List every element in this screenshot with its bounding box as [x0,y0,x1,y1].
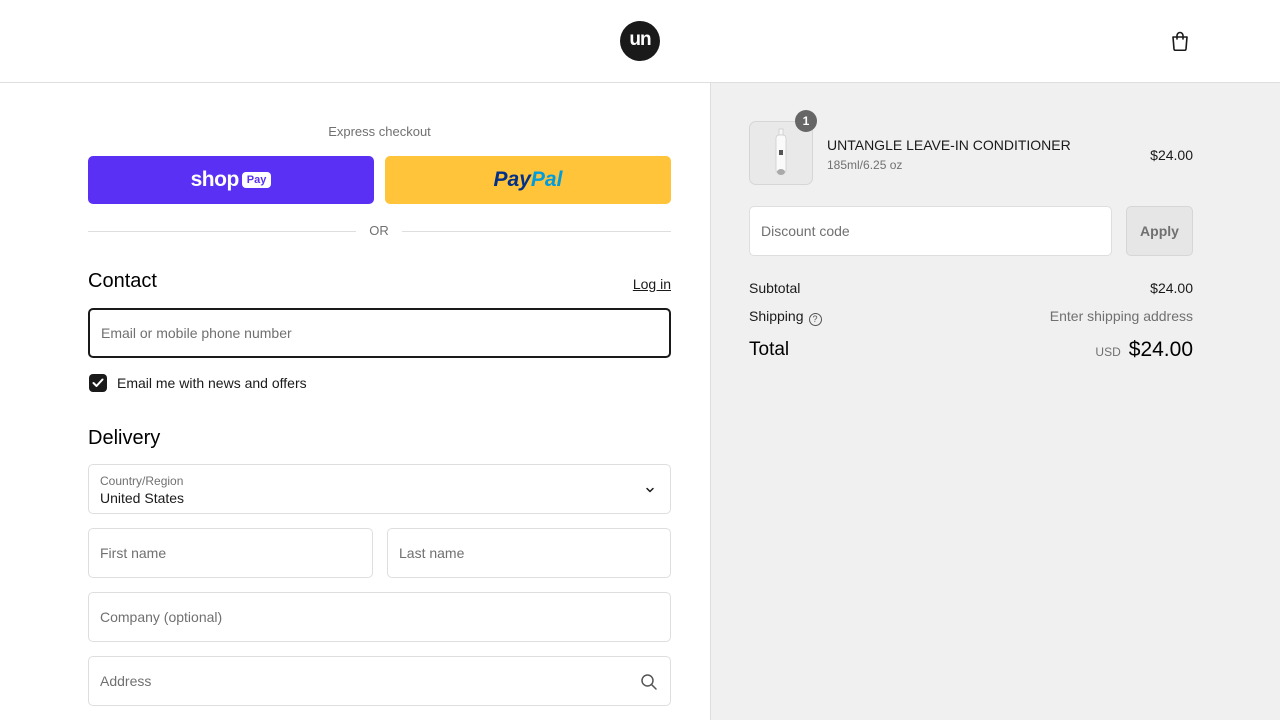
country-value: United States [100,490,185,506]
company-input[interactable] [89,593,670,641]
email-field[interactable] [88,308,671,358]
apply-discount-button[interactable]: Apply [1126,206,1193,256]
total-amount: $24.00 [1128,338,1193,361]
newsletter-label: Email me with news and offers [117,375,307,391]
shipping-row-label: Shipping? [749,308,822,326]
address-field[interactable] [88,656,671,706]
delivery-heading: Delivery [88,427,161,449]
shop-pay-pill: Pay [241,172,272,188]
product-name: UNTANGLE LEAVE-IN CONDITIONER [827,137,1071,153]
address-input[interactable] [89,657,670,705]
last-name-field[interactable] [387,528,671,578]
subtotal-label: Subtotal [749,280,801,296]
logo-text: un [629,28,651,50]
total-currency: USD [1095,345,1121,359]
newsletter-checkbox[interactable] [89,374,107,392]
express-checkout-label: Express checkout [328,124,431,139]
order-summary: 1 UNTANGLE LEAVE-IN CONDITIONER 185ml/6.… [710,83,1280,720]
cart-button[interactable] [1168,28,1192,54]
chevron-down-icon [646,487,654,493]
quantity-badge: 1 [795,110,817,132]
brand-logo[interactable]: un [620,21,660,61]
company-field[interactable] [88,592,671,642]
shipping-label: Shipping [749,308,804,324]
checkout-header: un [0,0,1280,83]
total-value-group: USD $24.00 [951,338,1193,362]
shop-pay-button[interactable]: shop Pay [88,156,374,204]
discount-field[interactable] [749,206,1112,256]
paypal-wordmark: PayPal [493,168,563,191]
email-input[interactable] [90,310,669,356]
paypal-button[interactable]: PayPal [385,156,671,204]
discount-input[interactable] [750,207,1111,255]
first-name-input[interactable] [89,529,372,577]
shipping-value: Enter shipping address [1049,308,1193,324]
last-name-input[interactable] [388,529,670,577]
subtotal-value: $24.00 [1150,280,1193,296]
or-divider-text: OR [369,223,389,238]
shopping-bag-icon [1172,31,1188,51]
product-variant: 185ml/6.25 oz [827,158,903,172]
checkout-form: Express checkout shop Pay PayPal OR Cont… [0,83,710,720]
country-label: Country/Region [100,474,184,488]
contact-heading: Contact [88,270,157,292]
checkmark-icon [92,378,104,387]
log-in-link[interactable]: Log in [600,276,671,292]
first-name-field[interactable] [88,528,373,578]
shop-pay-wordmark: shop [190,168,240,191]
product-price: $24.00 [1150,147,1193,163]
help-icon[interactable]: ? [808,312,822,326]
divider-left [88,231,356,232]
divider-right [402,231,671,232]
product-bottle-icon [775,128,787,175]
country-select[interactable]: Country/Region United States [88,464,671,514]
total-label: Total [749,339,790,360]
search-icon [641,674,657,690]
